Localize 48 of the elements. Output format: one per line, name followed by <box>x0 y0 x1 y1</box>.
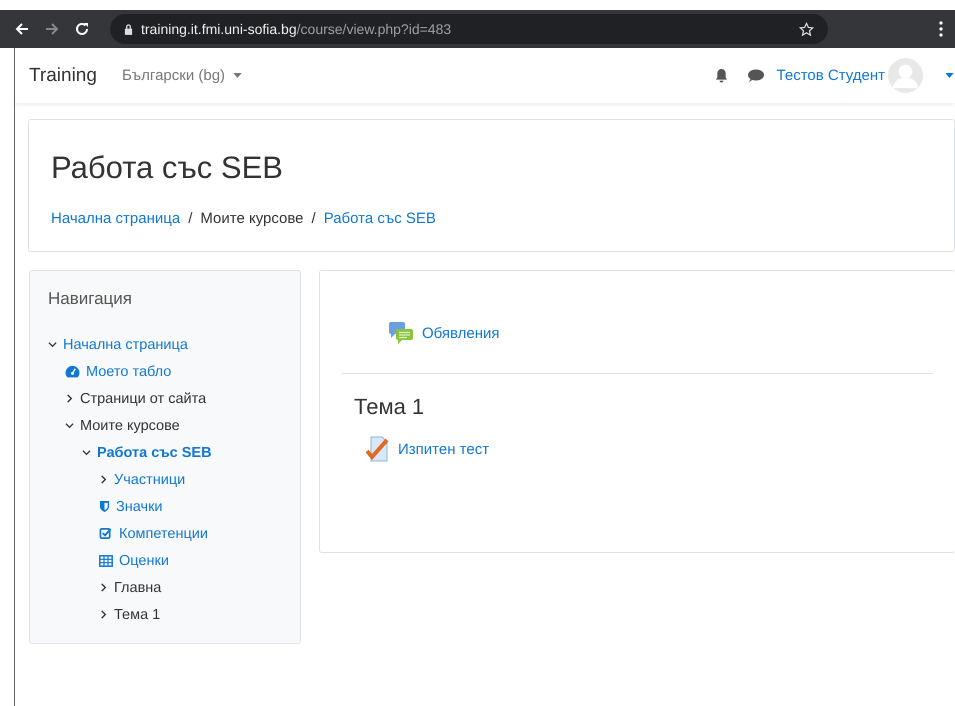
navigation-item[interactable]: Работа със SEB <box>97 444 212 460</box>
site-brand[interactable]: Training <box>29 64 97 86</box>
reload-icon[interactable] <box>74 21 90 37</box>
caret-icon[interactable] <box>945 73 954 78</box>
navigation-item[interactable]: Тема 1 <box>114 606 160 622</box>
speech-bubbles-icon <box>388 321 414 345</box>
shield-icon <box>99 500 110 513</box>
language-menu[interactable]: Български (bg) <box>122 67 242 84</box>
lock-icon <box>124 24 133 34</box>
navigation-item[interactable]: Страници от сайта <box>80 390 206 406</box>
message-bubble-icon[interactable] <box>748 68 764 82</box>
chevron-icon[interactable] <box>99 583 108 592</box>
section-title: Тема 1 <box>354 394 426 420</box>
forward-icon[interactable] <box>44 21 60 37</box>
navigation-item[interactable]: Моето табло <box>86 364 172 380</box>
navigation-item[interactable]: Моите курсове <box>80 418 180 434</box>
table-icon <box>99 554 113 566</box>
navigation-item[interactable]: Начална страница <box>63 336 188 352</box>
notification-bell-icon[interactable] <box>714 68 728 83</box>
breadcrumb-item[interactable]: Работа със SEB <box>324 210 436 227</box>
chevron-icon[interactable] <box>82 448 91 457</box>
checked-document-icon <box>366 436 390 462</box>
navigation-item[interactable]: Компетенции <box>119 526 208 542</box>
course-title: Работа със SEB <box>51 149 284 186</box>
breadcrumb-separator: / <box>312 210 316 227</box>
activity-link[interactable]: Изпитен тест <box>398 440 490 458</box>
checkbox-icon <box>99 527 113 540</box>
chevron-icon[interactable] <box>65 421 74 430</box>
user-name-link[interactable]: Тестов Студент <box>776 67 885 84</box>
breadcrumb-item[interactable]: Начална страница <box>51 210 180 227</box>
block-title: Навигация <box>48 289 133 309</box>
chevron-icon[interactable] <box>99 475 108 484</box>
navigation-item[interactable]: Значки <box>116 498 163 514</box>
caret-icon <box>233 73 242 78</box>
back-icon[interactable] <box>14 21 30 37</box>
breadcrumb-separator: / <box>188 210 192 227</box>
dashboard-icon <box>65 365 80 378</box>
address-bar[interactable]: training.it.fmi.uni-sofia.bg/course/view.php?id=483 <box>110 14 828 44</box>
breadcrumb-item[interactable]: Моите курсове <box>200 210 304 227</box>
navigation-item[interactable]: Главна <box>114 580 162 596</box>
menu-icon[interactable] <box>939 21 943 37</box>
navigation-item[interactable]: Оценки <box>119 552 169 568</box>
activity-link[interactable]: Обявления <box>422 324 500 342</box>
navigation-item[interactable]: Участници <box>114 472 186 488</box>
star-icon[interactable] <box>799 22 814 36</box>
chevron-icon[interactable] <box>99 610 108 619</box>
chevron-icon[interactable] <box>65 394 74 403</box>
chevron-icon[interactable] <box>48 340 57 349</box>
